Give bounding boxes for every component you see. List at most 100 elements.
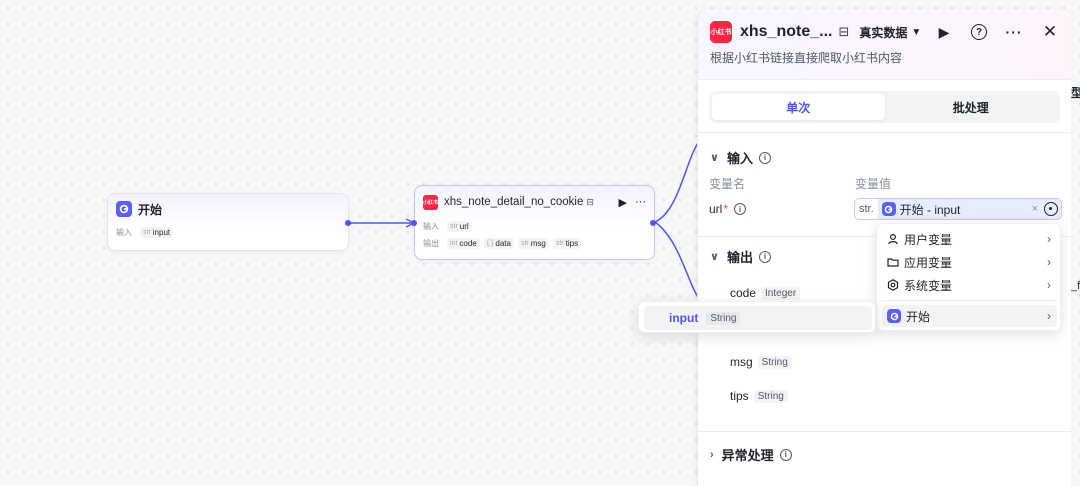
output-section-header[interactable]: ∨ 输出 i — [710, 247, 771, 266]
output-type: String — [757, 355, 792, 369]
tab-single[interactable]: 单次 — [712, 94, 885, 120]
param-name: input — [152, 228, 171, 237]
output-param-msg: str msg — [517, 238, 549, 249]
run-icon[interactable]: ▶ — [935, 24, 953, 41]
xhs-node-output-label: 输出 — [423, 239, 439, 248]
menu-item-user-variables[interactable]: 用户变量 › — [882, 228, 1057, 250]
xhs-logo-icon: 小红书 — [423, 194, 438, 210]
menu-item-system-variables[interactable]: 系统变量 › — [882, 274, 1057, 296]
info-icon[interactable]: i — [758, 151, 771, 164]
xhs-node-input-port[interactable] — [411, 220, 417, 226]
menu-item-app-variables[interactable]: 应用变量 › — [882, 251, 1057, 273]
edge-xhs-out-upper — [654, 139, 701, 223]
input-section-header[interactable]: ∨ 输入 i — [710, 148, 771, 167]
divider — [698, 431, 1072, 432]
required-mark: * — [723, 202, 729, 216]
output-type: Integer — [761, 286, 801, 300]
menu-item-start-node[interactable]: 开始 › — [882, 305, 1057, 327]
input-section-title: 输入 — [726, 151, 753, 166]
start-node-title: 开始 — [138, 202, 163, 217]
panel-header: 小红书 xhs_note_... ⊟ 真实数据 ▼ ▶ ? ··· ✕ 根据小红… — [698, 10, 1071, 80]
menu-label: 系统变量 — [904, 278, 953, 293]
column-variable-name: 变量名 — [709, 177, 746, 191]
user-icon — [887, 233, 899, 245]
chevron-right-icon: › — [1047, 232, 1051, 246]
chevron-right-icon: › — [1047, 278, 1051, 292]
variable-type: String — [706, 311, 741, 325]
param-type: str — [143, 229, 151, 236]
output-section-title: 输出 — [726, 250, 753, 265]
field-name: url — [709, 202, 723, 216]
tab-batch[interactable]: 批处理 — [885, 94, 1058, 120]
submenu-item-input[interactable]: input String — [644, 306, 872, 330]
variable-source-menu: 用户变量 › 应用变量 › 系统变量 › 开始 › — [876, 223, 1061, 331]
clear-icon[interactable]: × — [1032, 203, 1038, 215]
variable-picker-icon[interactable] — [1044, 202, 1058, 216]
info-icon[interactable]: i — [758, 250, 771, 263]
variable-reference-chip[interactable]: 开始 - input × — [878, 199, 1061, 219]
more-icon[interactable]: ··· — [1005, 24, 1023, 40]
data-mode-select[interactable]: 真实数据 — [859, 24, 907, 41]
chevron-right-icon[interactable]: › — [710, 449, 714, 461]
store-icon: ⊟ — [586, 196, 594, 207]
start-node-input-label: 输入 — [116, 228, 132, 237]
column-variable-value: 变量值 — [855, 177, 892, 191]
param-type: str — [555, 240, 564, 247]
edge-xhs-out-lower — [654, 221, 701, 301]
close-icon[interactable]: ✕ — [1041, 22, 1059, 42]
xhs-node-title: xhs_note_detail_no_cookie — [444, 196, 584, 208]
chevron-down-icon[interactable]: ∨ — [710, 151, 719, 164]
caret-down-icon[interactable]: ▼ — [911, 27, 921, 38]
variable-reference-text: 开始 - input — [899, 202, 961, 217]
store-icon[interactable]: ⊟ — [838, 24, 849, 40]
info-icon[interactable]: i — [734, 203, 747, 215]
chevron-right-icon: › — [1047, 309, 1051, 323]
error-section-title: 异常处理 — [721, 448, 774, 463]
output-param-tips: str tips — [552, 238, 582, 249]
offscreen-fragment: 型 — [1071, 86, 1080, 100]
xhs-node-input-label: 输入 — [423, 222, 439, 231]
start-node[interactable]: 开始 输入 str input — [107, 193, 351, 251]
xhs-node-output-port[interactable] — [650, 220, 656, 226]
menu-divider — [883, 300, 1056, 301]
output-item-tips: tips String — [730, 389, 788, 403]
panel-title: xhs_note_... — [740, 23, 833, 40]
info-icon[interactable]: i — [779, 448, 792, 461]
url-variable-selector[interactable]: str. 开始 - input × — [854, 198, 1062, 220]
gear-icon — [887, 279, 899, 291]
param-name: tips — [565, 239, 579, 248]
menu-label: 开始 — [906, 309, 931, 324]
chevron-down-icon[interactable]: ∨ — [710, 250, 719, 263]
start-node-icon — [887, 309, 901, 323]
param-type: str — [450, 223, 458, 230]
xhs-plugin-node[interactable]: 小红书 xhs_note_detail_no_cookie ⊟ ▶ ··· 输入… — [411, 185, 656, 260]
start-node-output-port[interactable] — [345, 220, 351, 226]
chevron-right-icon: › — [1047, 255, 1051, 269]
output-name: tips — [730, 389, 749, 403]
panel-description: 根据小红书链接直接爬取小红书内容 — [710, 51, 903, 65]
output-param-code: int code — [447, 238, 480, 249]
param-name: data — [495, 239, 511, 248]
xhs-node-input-param: str url — [447, 221, 472, 232]
error-section-header[interactable]: › 异常处理 i — [710, 445, 792, 464]
variable-name: input — [669, 311, 699, 325]
start-node-input-param: str input — [140, 227, 174, 238]
help-icon[interactable]: ? — [971, 24, 987, 40]
param-name: msg — [530, 239, 546, 248]
param-type: str — [520, 240, 529, 247]
param-name: code — [459, 239, 477, 248]
output-name: code — [730, 286, 757, 300]
folder-icon — [887, 256, 899, 268]
param-name: url — [459, 222, 469, 231]
output-item-code: code Integer — [730, 286, 801, 300]
more-icon[interactable]: ··· — [635, 196, 646, 208]
param-type: { } — [486, 240, 494, 247]
output-param-data: { } data — [483, 238, 514, 249]
start-node-icon — [116, 201, 132, 217]
run-node-icon[interactable]: ▶ — [619, 196, 627, 209]
run-mode-tabs: 单次 批处理 — [709, 91, 1060, 123]
offscreen-fragment: _f — [1071, 280, 1080, 292]
menu-label: 应用变量 — [904, 255, 953, 270]
type-prefix: str. — [855, 199, 879, 219]
input-field-url-label: url * i — [709, 202, 747, 216]
